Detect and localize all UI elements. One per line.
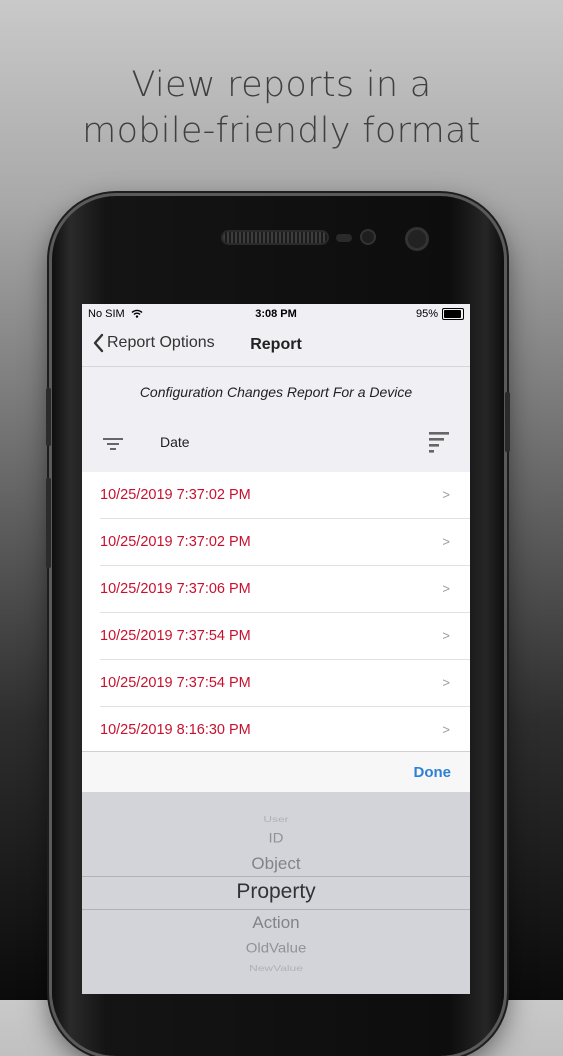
speaker-grille [223, 232, 327, 243]
row-date: 10/25/2019 7:37:06 PM [100, 581, 251, 597]
picker-option[interactable]: Action [82, 913, 470, 933]
row-date: 10/25/2019 7:37:54 PM [100, 628, 251, 644]
headline-line-1: View reports in a [131, 65, 432, 105]
phone-screen: No SIM 3:08 PM 95% Report Options Report… [82, 304, 470, 994]
column-picker[interactable]: User ID Object Property Action OldValue NewVal… [82, 792, 470, 994]
row-date: 10/25/2019 7:37:02 PM [100, 487, 251, 503]
status-bar: No SIM 3:08 PM 95% [82, 304, 470, 324]
list-item[interactable]: 10/25/2019 7:37:06 PM > [100, 566, 470, 613]
promo-headline: View reports in a mobile-friendly format [0, 62, 563, 154]
picker-option[interactable]: Object [82, 854, 470, 874]
report-title: Configuration Changes Report For a Devic… [139, 384, 413, 400]
chevron-right-icon: > [442, 581, 450, 596]
picker-option-selected[interactable]: Property [82, 880, 470, 904]
report-list: 10/25/2019 7:37:02 PM >10/25/2019 7:37:02… [82, 472, 470, 752]
picker-option[interactable]: NewValue [82, 963, 470, 973]
sort-icon[interactable] [428, 430, 450, 454]
battery-percent: 95% [415, 308, 438, 320]
chevron-right-icon: > [442, 722, 450, 737]
list-item[interactable]: 10/25/2019 7:37:02 PM > [100, 519, 470, 566]
battery-group: 95% [416, 308, 464, 320]
navigation-bar: Report Options Report [82, 324, 470, 367]
chevron-right-icon: > [442, 628, 450, 643]
picker-option[interactable]: OldValue [82, 941, 470, 956]
light-sensor [362, 231, 374, 243]
volume-button [46, 388, 51, 446]
battery-icon [442, 308, 464, 320]
done-button[interactable]: Done [414, 764, 452, 781]
list-item[interactable]: 10/25/2019 7:37:54 PM > [100, 660, 470, 707]
sort-bar: Date [82, 422, 470, 472]
status-time: 3:08 PM [255, 308, 297, 320]
side-button [46, 478, 51, 568]
front-camera [408, 230, 426, 248]
headline-line-2: mobile-friendly format [82, 111, 481, 151]
chevron-right-icon: > [442, 487, 450, 502]
proximity-sensor [336, 234, 352, 242]
row-date: 10/25/2019 7:37:02 PM [100, 534, 251, 550]
battery-fill [444, 310, 462, 318]
list-item[interactable]: 10/25/2019 7:37:02 PM > [100, 472, 470, 519]
page-title: Report [250, 336, 302, 353]
filter-icon[interactable] [102, 436, 124, 452]
picker-toolbar: Done [82, 751, 470, 792]
picker-option[interactable]: ID [82, 831, 470, 846]
picker-option[interactable]: User [82, 814, 470, 824]
row-date: 10/25/2019 8:16:30 PM [100, 722, 251, 738]
power-button [505, 392, 510, 452]
row-date: 10/25/2019 7:37:54 PM [100, 675, 251, 691]
list-item[interactable]: 10/25/2019 8:16:30 PM > [100, 707, 470, 752]
chevron-right-icon: > [442, 534, 450, 549]
chevron-right-icon: > [442, 675, 450, 690]
list-item[interactable]: 10/25/2019 7:37:54 PM > [100, 613, 470, 660]
sort-field-label[interactable]: Date [160, 434, 190, 450]
